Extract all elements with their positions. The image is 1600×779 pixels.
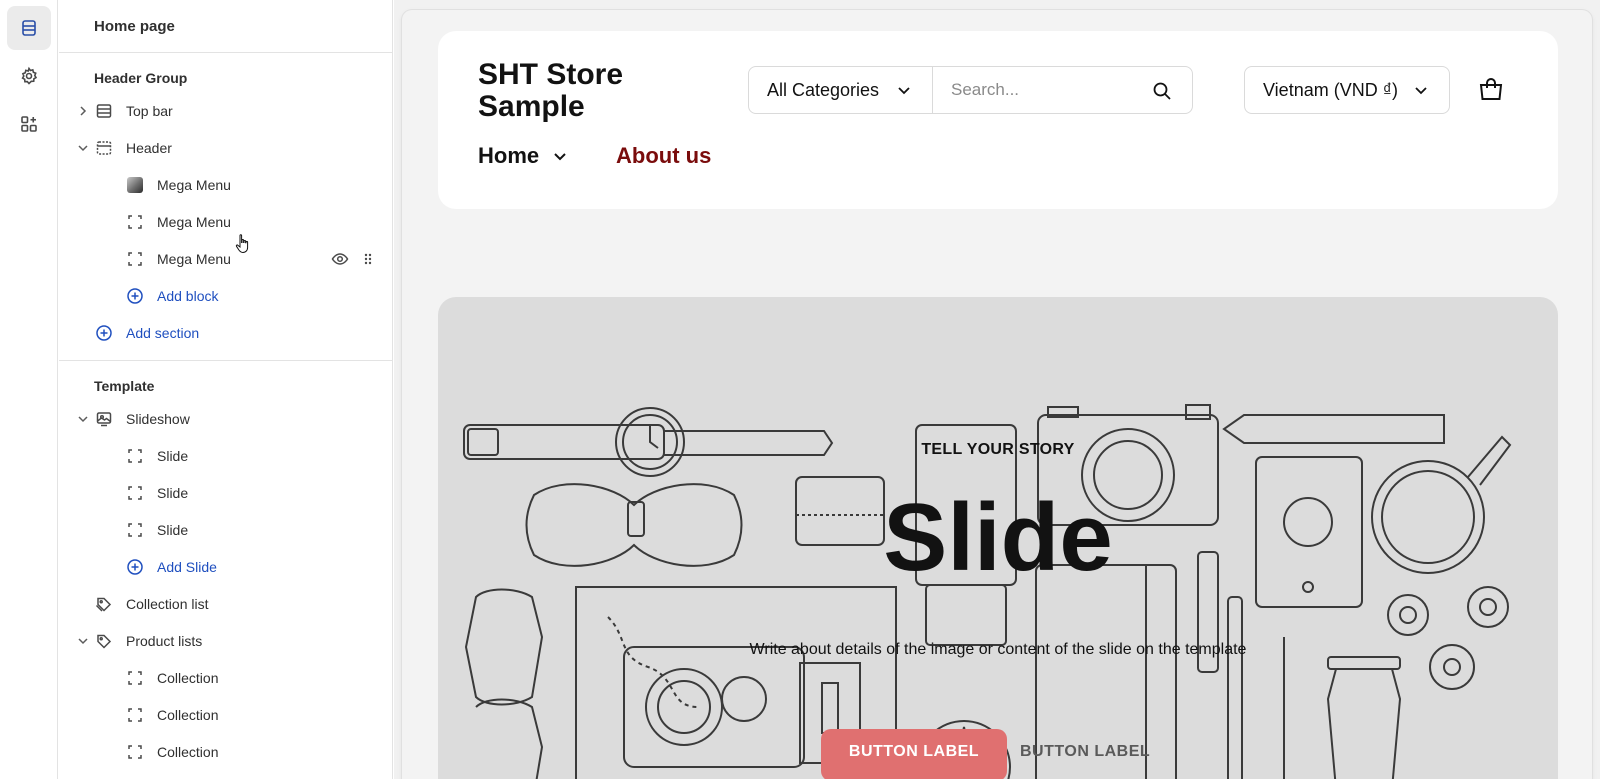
section-header[interactable]: Header	[59, 131, 392, 165]
slide-button-secondary[interactable]: BUTTON LABEL	[1020, 743, 1170, 761]
block-label: Slide	[157, 485, 189, 501]
block-slide[interactable]: Slide	[59, 439, 392, 473]
block-label: Mega Menu	[157, 177, 231, 193]
block-dashed-icon	[126, 743, 144, 761]
apps-icon[interactable]	[7, 102, 51, 146]
plus-circle-icon	[95, 324, 113, 342]
section-label: Top bar	[126, 103, 173, 119]
page-title: Home page	[94, 18, 175, 35]
sections-sidebar: Home page Header Group Top bar Header Me…	[59, 0, 393, 779]
section-label: Product lists	[126, 633, 203, 649]
add-slide-button[interactable]: Add Slide	[59, 550, 392, 584]
chevron-down-icon[interactable]	[76, 141, 90, 155]
search-bar: All Categories	[748, 66, 1193, 114]
add-block-button[interactable]: Add block	[59, 279, 392, 313]
nav-about-us[interactable]: About us	[616, 143, 711, 169]
block-slide[interactable]: Slide	[59, 513, 392, 547]
section-slideshow[interactable]: Slideshow	[59, 402, 392, 436]
store-header: SHT Store Sample All Categories Vietnam …	[438, 31, 1558, 209]
sections-icon[interactable]	[7, 6, 51, 50]
section-collection-list[interactable]: Collection list	[59, 587, 392, 621]
slide-text: Write about details of the image or cont…	[749, 641, 1247, 658]
category-select-value: All Categories	[767, 79, 880, 100]
divider	[59, 52, 392, 53]
block-mega-menu[interactable]: Mega Menu	[59, 168, 392, 202]
storefront-preview: SHT Store Sample All Categories Vietnam …	[402, 10, 1592, 779]
image-thumbnail-icon	[126, 176, 144, 194]
search-icon[interactable]	[1152, 81, 1172, 101]
plus-circle-icon	[126, 287, 144, 305]
block-dashed-icon	[126, 521, 144, 539]
slide-button-primary[interactable]: BUTTON LABEL	[821, 729, 1007, 779]
block-label: Slide	[157, 448, 189, 464]
header-layout-icon	[95, 139, 113, 157]
row-actions	[331, 250, 373, 268]
slideshow-icon	[95, 410, 113, 428]
section-product-lists[interactable]: Product lists	[59, 624, 392, 658]
block-label: Collection	[157, 707, 219, 723]
plus-circle-icon	[126, 558, 144, 576]
chevron-right-icon[interactable]	[76, 104, 90, 118]
block-label: Mega Menu	[157, 251, 231, 267]
template-heading: Template	[94, 378, 155, 394]
slideshow-slide: TELL YOUR STORY Slide Write about detail…	[438, 297, 1558, 779]
category-select[interactable]: All Categories	[749, 67, 933, 113]
eye-icon[interactable]	[331, 250, 349, 268]
block-dashed-icon	[126, 213, 144, 231]
block-slide[interactable]: Slide	[59, 476, 392, 510]
chevron-down-icon[interactable]	[76, 412, 90, 426]
nav-home[interactable]: Home	[478, 143, 569, 169]
divider	[59, 360, 392, 361]
block-label: Slide	[157, 522, 189, 538]
block-dashed-icon	[126, 706, 144, 724]
chevron-down-icon[interactable]	[76, 634, 90, 648]
slide-subheading: TELL YOUR STORY	[921, 441, 1075, 458]
section-label: Collection list	[126, 596, 209, 612]
hand-cursor-icon	[235, 234, 249, 253]
nav-home-label: Home	[478, 143, 540, 168]
tag-icon	[95, 632, 113, 650]
drag-handle-icon[interactable]	[363, 252, 373, 266]
block-mega-menu[interactable]: Mega Menu	[59, 205, 392, 239]
cart-bag-icon[interactable]	[1478, 76, 1504, 102]
header-group-heading: Header Group	[94, 70, 188, 86]
block-label: Collection	[157, 744, 219, 760]
chevron-down-icon	[554, 153, 566, 161]
top-bar-icon	[95, 102, 113, 120]
block-dashed-icon	[126, 484, 144, 502]
section-label: Slideshow	[126, 411, 190, 427]
add-section-label: Add section	[126, 325, 200, 341]
block-collection[interactable]: Collection	[59, 735, 392, 769]
block-label: Collection	[157, 670, 219, 686]
settings-gear-icon[interactable]	[7, 54, 51, 98]
section-top-bar[interactable]: Top bar	[59, 94, 392, 128]
chevron-down-icon	[898, 87, 910, 95]
add-block-label: Add block	[157, 288, 219, 304]
block-mega-menu[interactable]: Mega Menu	[59, 242, 392, 276]
add-section-button[interactable]: Add section	[59, 316, 392, 350]
block-dashed-icon	[126, 447, 144, 465]
chevron-down-icon	[1415, 87, 1427, 95]
block-label: Mega Menu	[157, 214, 231, 230]
block-collection[interactable]: Collection	[59, 661, 392, 695]
slide-heading: Slide	[883, 484, 1113, 591]
section-label: Header	[126, 140, 172, 156]
block-dashed-icon	[126, 250, 144, 268]
currency-selector[interactable]: Vietnam (VND ₫)	[1244, 66, 1450, 114]
block-dashed-icon	[126, 669, 144, 687]
add-slide-label: Add Slide	[157, 559, 217, 575]
store-logo-text[interactable]: SHT Store Sample	[478, 59, 698, 123]
search-field	[933, 67, 1192, 113]
currency-value: Vietnam (VND ₫)	[1263, 79, 1398, 100]
editor-rail	[0, 0, 58, 779]
block-collection[interactable]: Collection	[59, 698, 392, 732]
tag-icon	[95, 595, 113, 613]
